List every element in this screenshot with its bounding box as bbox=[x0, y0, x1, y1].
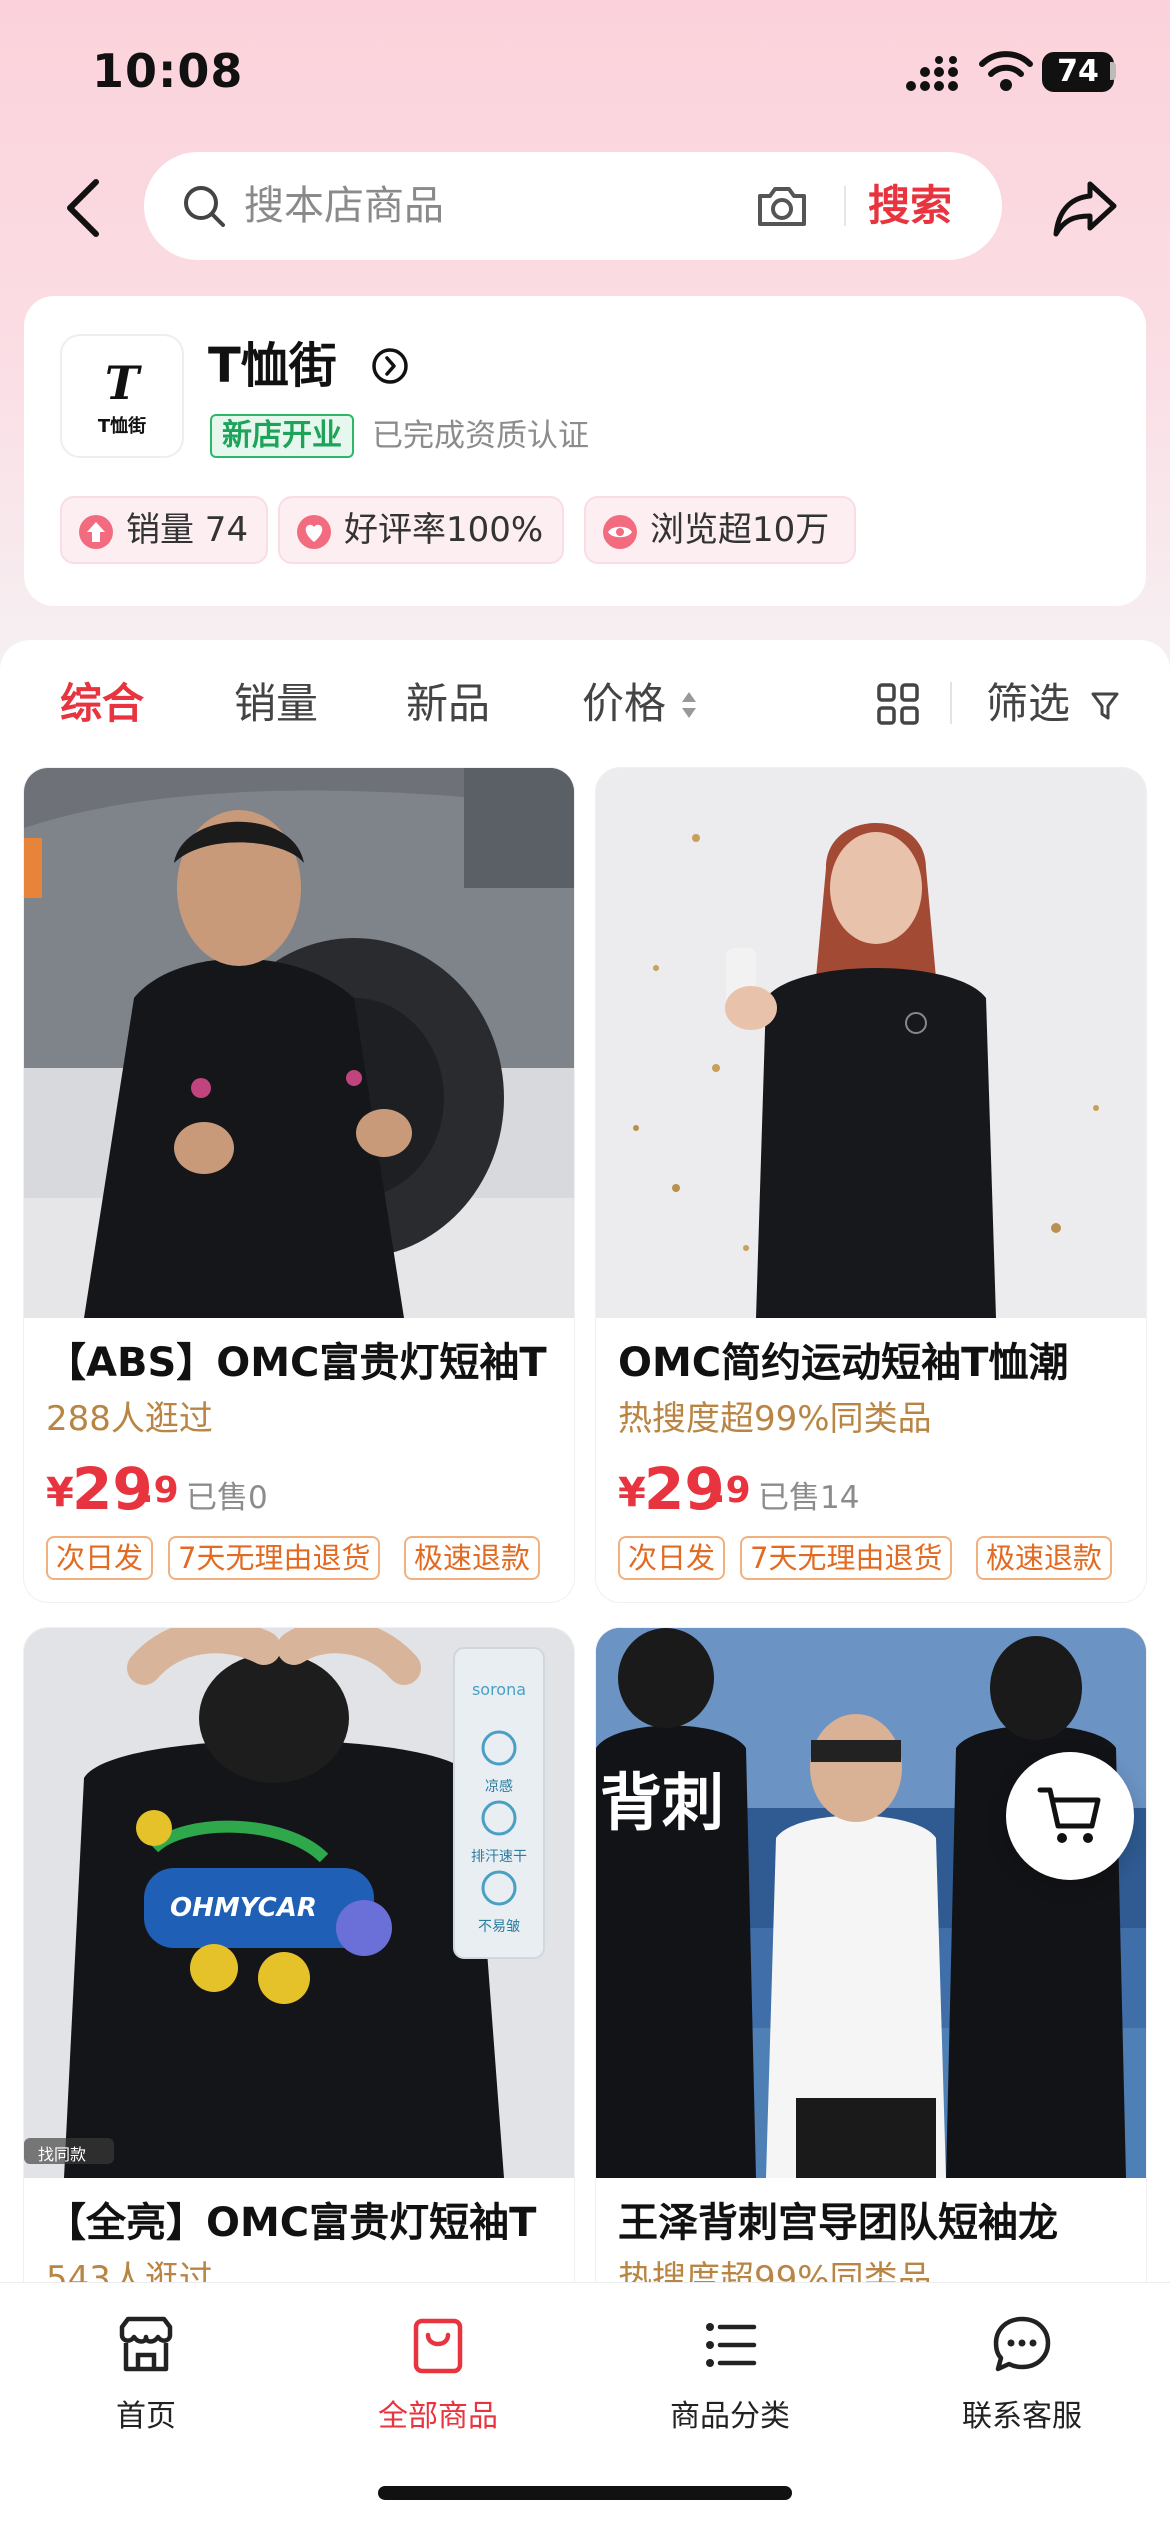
fabric-brand-label: sorona bbox=[471, 1680, 527, 1699]
tag-return: 7天无理由退货 bbox=[740, 1536, 953, 1580]
tab-all-products-label: 全部商品 bbox=[378, 2399, 498, 2434]
signal-icon bbox=[906, 56, 958, 91]
grid-view-icon[interactable] bbox=[876, 682, 920, 726]
sold-count: 已售0 bbox=[186, 1480, 268, 1516]
up-arrow-icon bbox=[79, 515, 113, 549]
tag-next-day: 次日发 bbox=[46, 1536, 154, 1580]
fabric-feature-cool: 凉感 bbox=[485, 1779, 513, 1795]
tag-next-day: 次日发 bbox=[618, 1536, 726, 1580]
product-card[interactable]: 背刺 王泽背刺宫导团队短袖龙 热搜度超99%同类品 bbox=[596, 1628, 1146, 2328]
search-button[interactable]: 搜索 bbox=[868, 178, 952, 234]
stat-views: 浏览超10万 bbox=[584, 496, 856, 564]
tag-return: 7天无理由退货 bbox=[168, 1536, 381, 1580]
tag-refund: 极速退款 bbox=[976, 1536, 1113, 1580]
store-card[interactable]: T T恤街 T恤街 新店开业 已完成资质认证 销量 74 好评率100% 浏览超… bbox=[24, 296, 1146, 606]
tab-categories[interactable]: 商品分类 bbox=[584, 2313, 876, 2435]
product-image[interactable] bbox=[24, 768, 574, 1318]
store-icon bbox=[119, 2316, 173, 2372]
price-currency: ¥ bbox=[46, 1470, 74, 1516]
product-title[interactable]: 王泽背刺宫导团队短袖龙 bbox=[618, 2196, 1138, 2250]
battery-cap bbox=[1110, 62, 1116, 80]
floating-cart-button[interactable] bbox=[1006, 1752, 1134, 1880]
search-icon bbox=[184, 186, 225, 227]
camera-icon[interactable] bbox=[754, 182, 810, 230]
tab-customer-service[interactable]: 联系客服 bbox=[876, 2313, 1168, 2435]
home-indicator bbox=[378, 2486, 792, 2500]
tab-home[interactable]: 首页 bbox=[0, 2313, 292, 2435]
price-decimal: .9 bbox=[712, 1470, 751, 1511]
tab-all-products[interactable]: 全部商品 bbox=[292, 2313, 584, 2435]
sort-tab-sales[interactable]: 销量 bbox=[234, 676, 318, 732]
status-time: 10:08 bbox=[92, 44, 244, 98]
product-subtitle: 热搜度超99%同类品 bbox=[618, 1399, 932, 1439]
sort-divider bbox=[950, 682, 952, 724]
chevron-right-circle-icon[interactable] bbox=[370, 346, 410, 386]
product-subtitle: 288人逛过 bbox=[46, 1399, 213, 1439]
store-logo: T T恤街 bbox=[60, 334, 184, 458]
tab-customer-service-label: 联系客服 bbox=[962, 2399, 1082, 2434]
store-name[interactable]: T恤街 bbox=[208, 336, 337, 396]
share-button[interactable] bbox=[1052, 178, 1118, 238]
search-divider bbox=[844, 186, 846, 226]
fabric-feature-quickdry: 排汗速干 bbox=[471, 1849, 527, 1865]
filter-button[interactable]: 筛选 bbox=[986, 676, 1070, 732]
wifi-icon bbox=[979, 51, 1033, 91]
product-card[interactable]: 【ABS】OMC富贵灯短袖T 288人逛过 ¥ 29 .9 已售0 次日发 7天… bbox=[24, 768, 574, 1602]
search-bar[interactable]: 搜本店商品 搜索 bbox=[144, 152, 1002, 260]
tab-categories-label: 商品分类 bbox=[670, 2399, 790, 2434]
store-logo-mark: T bbox=[104, 356, 140, 410]
tag-refund: 极速退款 bbox=[404, 1536, 541, 1580]
product-image[interactable] bbox=[596, 768, 1146, 1318]
sort-tab-price[interactable]: 价格 bbox=[582, 676, 666, 732]
price-decimal: .9 bbox=[140, 1470, 179, 1511]
search-input[interactable]: 搜本店商品 bbox=[244, 180, 444, 232]
store-logo-text: T恤街 bbox=[97, 416, 147, 437]
heart-icon bbox=[297, 515, 331, 549]
chat-icon bbox=[993, 2316, 1051, 2372]
filter-icon[interactable] bbox=[1090, 690, 1120, 722]
find-similar-badge[interactable]: 找同款 bbox=[38, 2141, 86, 2165]
sold-count: 已售14 bbox=[758, 1480, 860, 1516]
battery-indicator: 74 bbox=[1042, 52, 1114, 92]
product-title[interactable]: 【全亮】OMC富贵灯短袖T bbox=[46, 2196, 566, 2250]
stat-rating: 好评率100% bbox=[278, 496, 564, 564]
tab-home-label: 首页 bbox=[116, 2399, 176, 2434]
product-image[interactable] bbox=[596, 1628, 1146, 2178]
product-card[interactable]: OMC简约运动短袖T恤潮 热搜度超99%同类品 ¥ 29 .9 已售14 次日发… bbox=[596, 768, 1146, 1602]
list-icon bbox=[706, 2323, 757, 2367]
product-title[interactable]: OMC简约运动短袖T恤潮 bbox=[618, 1336, 1138, 1390]
fabric-feature-wrinkle: 不易皱 bbox=[478, 1919, 520, 1935]
shirt-print-text: OHMYCAR bbox=[170, 1893, 317, 1923]
shopping-bag-icon bbox=[413, 2318, 463, 2374]
price-currency: ¥ bbox=[618, 1470, 646, 1516]
cart-icon bbox=[1037, 1787, 1101, 1843]
shirt-print-text: 背刺 bbox=[600, 1766, 725, 1839]
stat-views-label: 浏览超10万 bbox=[650, 510, 830, 550]
product-title[interactable]: 【ABS】OMC富贵灯短袖T bbox=[46, 1336, 566, 1390]
stat-sales-label: 销量 74 bbox=[126, 510, 249, 550]
product-card[interactable]: OHMYCAR 找同款 sorona 凉感 排汗速干 不易皱 【全亮】OMC富贵… bbox=[24, 1628, 574, 2328]
sort-arrows-icon[interactable] bbox=[680, 690, 698, 720]
eye-icon bbox=[603, 515, 637, 549]
back-button[interactable] bbox=[56, 172, 112, 244]
stat-sales: 销量 74 bbox=[60, 496, 268, 564]
sort-tab-new[interactable]: 新品 bbox=[406, 676, 490, 732]
sort-tab-comprehensive[interactable]: 综合 bbox=[60, 676, 144, 732]
stat-rating-label: 好评率100% bbox=[344, 510, 544, 550]
new-store-badge: 新店开业 bbox=[210, 414, 354, 458]
verified-text: 已完成资质认证 bbox=[372, 418, 589, 454]
